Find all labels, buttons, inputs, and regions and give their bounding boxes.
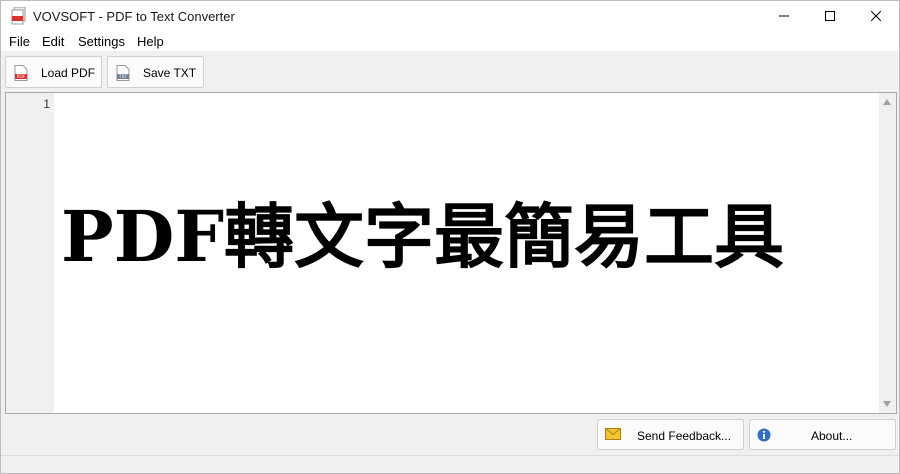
line-number-gutter: 1 bbox=[6, 93, 54, 413]
menu-settings[interactable]: Settings bbox=[78, 34, 125, 49]
status-bar bbox=[1, 455, 899, 473]
send-feedback-label: Send Feedback... bbox=[637, 429, 732, 443]
editor-text[interactable]: PDF轉文字最簡易工具 bbox=[61, 197, 871, 277]
menu-file[interactable]: File bbox=[9, 34, 30, 49]
scroll-down-icon[interactable] bbox=[883, 401, 891, 407]
save-txt-button[interactable]: TXT Save TXT bbox=[107, 56, 204, 88]
bottom-bar: Send Feedback... About... bbox=[1, 415, 899, 455]
menu-edit[interactable]: Edit bbox=[42, 34, 64, 49]
svg-text:TXT: TXT bbox=[118, 74, 128, 80]
txt-file-icon: TXT bbox=[116, 65, 130, 81]
envelope-icon bbox=[605, 428, 621, 443]
info-icon bbox=[757, 428, 771, 445]
pdf-stack-icon bbox=[11, 6, 27, 25]
toolbar: PDF Load PDF TXT Save TXT bbox=[1, 51, 899, 91]
window-title: VOVSOFT - PDF to Text Converter bbox=[33, 9, 235, 24]
scroll-up-icon[interactable] bbox=[883, 99, 891, 105]
load-pdf-button[interactable]: PDF Load PDF bbox=[5, 56, 102, 88]
svg-text:PDF: PDF bbox=[17, 74, 26, 80]
minimize-button[interactable] bbox=[761, 1, 807, 31]
app-window: VOVSOFT - PDF to Text Converter File Edi… bbox=[0, 0, 900, 474]
pdf-file-icon: PDF bbox=[14, 65, 28, 81]
close-button[interactable] bbox=[853, 1, 899, 31]
line-number: 1 bbox=[43, 97, 50, 111]
about-label: About... bbox=[811, 429, 853, 443]
maximize-button[interactable] bbox=[807, 1, 853, 31]
menu-bar: File Edit Settings Help bbox=[1, 31, 899, 51]
menu-help[interactable]: Help bbox=[137, 34, 164, 49]
vertical-scrollbar[interactable] bbox=[879, 93, 896, 413]
text-editor[interactable]: 1 PDF轉文字最簡易工具 bbox=[5, 92, 897, 414]
about-button[interactable]: About... bbox=[749, 419, 896, 450]
load-pdf-label: Load PDF bbox=[41, 66, 96, 80]
send-feedback-button[interactable]: Send Feedback... bbox=[597, 419, 744, 450]
save-txt-label: Save TXT bbox=[143, 66, 197, 80]
title-bar: VOVSOFT - PDF to Text Converter bbox=[1, 1, 899, 31]
